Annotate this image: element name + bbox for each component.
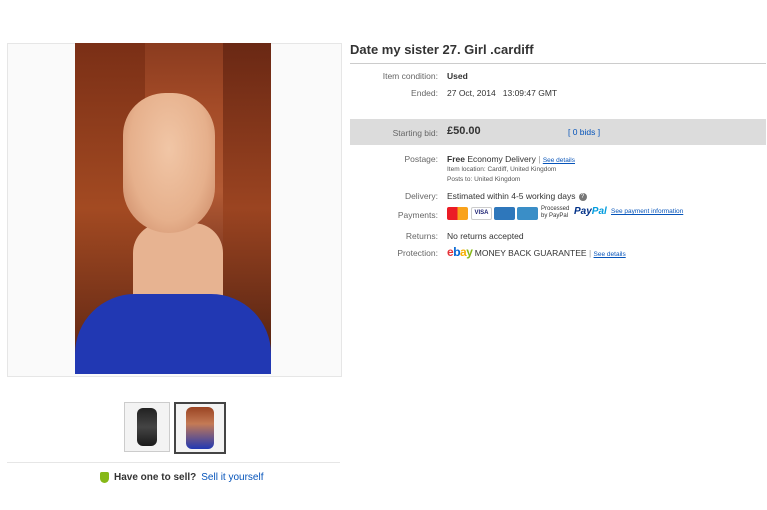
posts-to: Posts to: United Kingdom	[447, 176, 521, 183]
photo-detail	[123, 93, 215, 233]
ended-value: 27 Oct, 2014 13:09:47 GMT	[447, 88, 558, 98]
see-payment-information-link[interactable]: See payment information	[611, 208, 683, 215]
divider	[350, 63, 766, 64]
thumbnail-1[interactable]	[124, 402, 170, 452]
visa-icon: VISA	[471, 207, 492, 220]
postage-see-details-link[interactable]: See details	[543, 157, 575, 164]
postage-label: Postage:	[404, 154, 438, 164]
returns-label: Returns:	[405, 231, 438, 241]
ended-label: Ended:	[411, 88, 438, 98]
thumbnail-2-selected[interactable]	[174, 402, 226, 454]
protection-label: Protection:	[397, 248, 438, 258]
listing-title: Date my sister 27. Girl .cardiff	[350, 42, 534, 57]
sell-question: Have one to sell?	[114, 472, 197, 484]
item-condition-label: Item condition:	[382, 71, 438, 81]
payments-label: Payments:	[397, 210, 438, 220]
discover-icon	[517, 207, 538, 220]
protection-see-details-link[interactable]: See details	[594, 251, 626, 258]
bid-count-link[interactable]: [ 0 bids ]	[568, 127, 600, 137]
processed-by-paypal: Processed by PayPal	[541, 206, 570, 219]
delivery-value: Estimated within 4-5 working days?	[447, 191, 587, 201]
ebay-logo: ebay	[447, 245, 473, 259]
protection-value: ebay MONEY BACK GUARANTEE | See details	[447, 245, 626, 259]
mastercard-icon	[447, 207, 468, 220]
divider	[7, 462, 340, 463]
postage-value: Free Economy Delivery | See details	[447, 154, 575, 164]
main-listing-photo[interactable]	[75, 43, 271, 374]
starting-bid-label: Starting bid:	[392, 128, 438, 138]
returns-value: No returns accepted	[447, 231, 524, 241]
photo-detail	[75, 294, 271, 374]
delivery-label: Delivery:	[404, 191, 438, 201]
money-back-guarantee: MONEY BACK GUARANTEE	[474, 248, 587, 258]
item-location: Item location: Cardiff, United Kingdom	[447, 166, 557, 173]
price-tag-icon	[100, 472, 109, 483]
thumbnail-image	[186, 407, 214, 449]
starting-bid-price: £50.00	[447, 125, 481, 137]
amex-icon	[494, 207, 515, 220]
sell-prompt: Have one to sell? Sell it yourself	[100, 472, 264, 483]
help-icon[interactable]: ?	[578, 192, 587, 201]
paypal-logo: PayPal	[574, 206, 607, 217]
item-condition-value: Used	[447, 71, 468, 81]
thumbnail-image	[137, 408, 157, 446]
sell-it-yourself-link[interactable]: Sell it yourself	[201, 472, 263, 483]
